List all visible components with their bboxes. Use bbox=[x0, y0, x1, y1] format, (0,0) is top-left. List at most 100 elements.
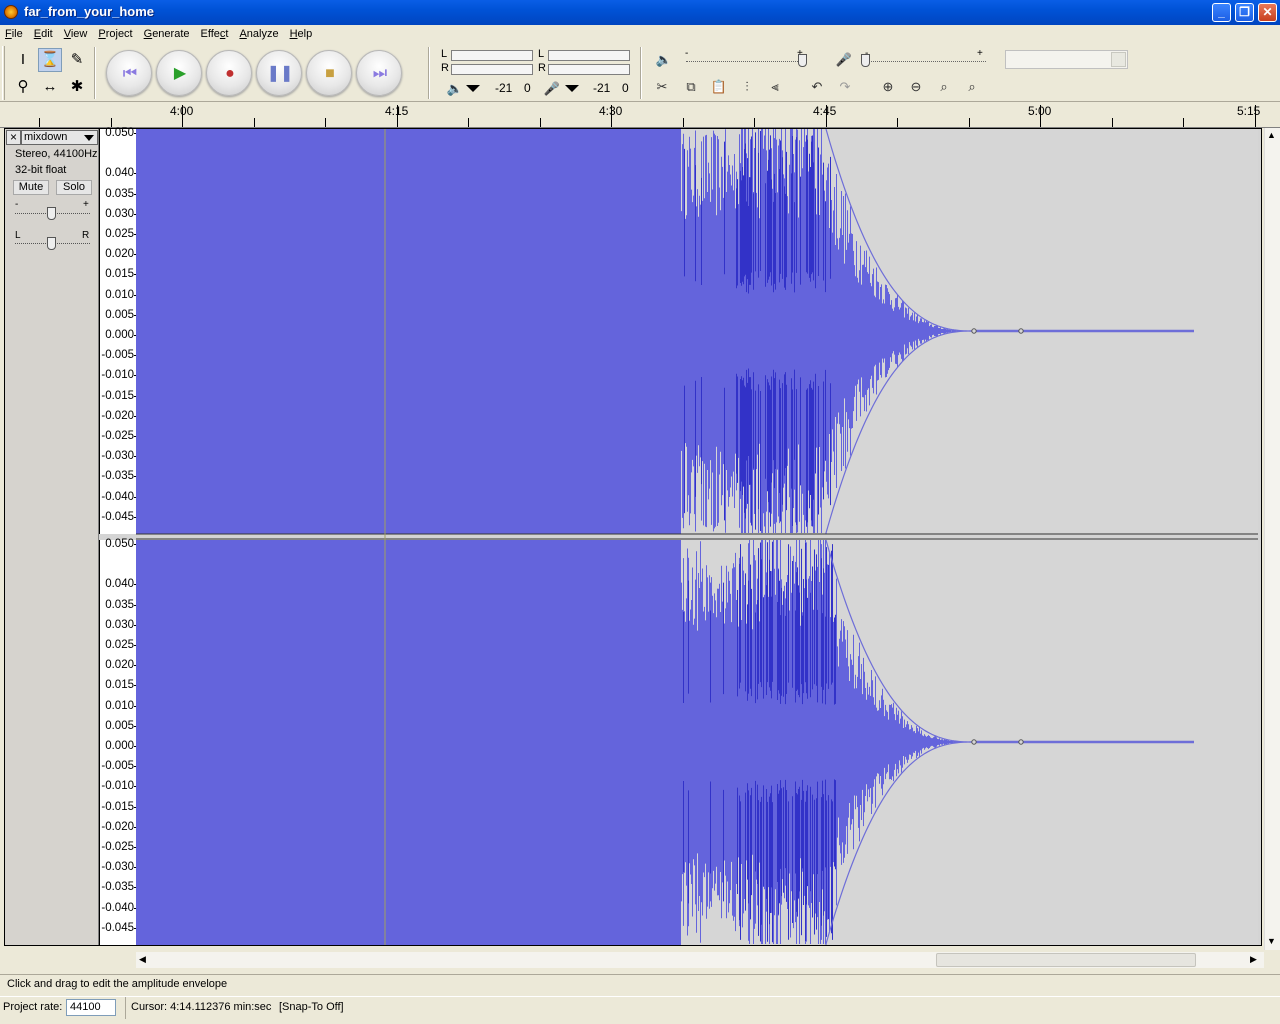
vruler-tick-label: 0.050 bbox=[100, 538, 137, 550]
trim-icon[interactable]: ⫶ bbox=[736, 76, 758, 98]
output-volume-thumb[interactable] bbox=[798, 54, 807, 67]
waveform-canvas[interactable] bbox=[136, 129, 1258, 945]
minimize-button[interactable]: _ bbox=[1212, 3, 1231, 22]
ruler-label: 5:15 bbox=[1237, 104, 1261, 118]
vruler-tick-label: -0.005 bbox=[100, 760, 137, 772]
menu-project[interactable]: Project bbox=[93, 25, 138, 40]
menu-help[interactable]: Help bbox=[285, 25, 319, 40]
ruler-tick bbox=[325, 118, 326, 127]
multi-tool-icon[interactable]: ✱ bbox=[65, 75, 89, 99]
playback-meter-dropdown-icon[interactable] bbox=[466, 85, 480, 92]
close-button[interactable]: ✕ bbox=[1258, 3, 1277, 22]
toolbar-grip[interactable] bbox=[2, 46, 5, 100]
snap-to-status[interactable]: [Snap-To Off] bbox=[279, 1001, 344, 1013]
vruler-tick-label: 0.005 bbox=[100, 720, 137, 732]
record-meter-dropdown-icon[interactable] bbox=[565, 85, 579, 92]
input-volume-slider[interactable] bbox=[866, 61, 986, 62]
output-volume-slider[interactable] bbox=[686, 61, 806, 62]
project-rate-input[interactable]: 44100 bbox=[66, 999, 116, 1016]
pause-button[interactable]: ❚❚ bbox=[256, 50, 302, 96]
input-source-select[interactable] bbox=[1005, 50, 1128, 69]
mute-button[interactable]: Mute bbox=[13, 180, 49, 195]
vruler-tick-label: 0.020 bbox=[100, 248, 137, 260]
input-volume-icon: 🎤 bbox=[835, 52, 853, 67]
track-bit-depth: 32-bit float bbox=[15, 164, 67, 176]
vruler-tick-label: -0.045 bbox=[100, 922, 137, 934]
vertical-ruler-left-channel: 0.050 0.040 0.035 0.030 0.025 0.020 0.015 0.010… bbox=[99, 127, 137, 534]
menu-view[interactable]: View bbox=[59, 25, 94, 40]
vruler-tick-label: -0.015 bbox=[100, 390, 137, 402]
vruler-tick-label: -0.020 bbox=[100, 821, 137, 833]
cut-icon[interactable]: ✂ bbox=[651, 76, 673, 98]
track-name-menu[interactable]: mixdown bbox=[21, 130, 98, 145]
horizontal-scrollbar[interactable]: ◀ ▶ bbox=[136, 952, 1264, 968]
draw-tool-icon[interactable]: ✎ bbox=[65, 48, 89, 72]
restore-button[interactable]: ❐ bbox=[1235, 3, 1254, 22]
menu-generate[interactable]: Generate bbox=[139, 25, 196, 40]
zoom-tool-icon[interactable]: ⚲ bbox=[11, 75, 35, 99]
ruler-tick bbox=[1183, 118, 1184, 127]
vruler-tick-label: 0.015 bbox=[100, 268, 137, 280]
vruler-tick-label: -0.010 bbox=[100, 780, 137, 792]
fit-project-icon[interactable]: ⌕ bbox=[961, 76, 983, 98]
solo-button[interactable]: Solo bbox=[56, 180, 92, 195]
copy-icon[interactable]: ⧉ bbox=[680, 76, 702, 98]
vruler-tick-label: -0.005 bbox=[100, 349, 137, 361]
paste-icon[interactable]: 📋 bbox=[708, 76, 730, 98]
vruler-tick-label: 0.020 bbox=[100, 659, 137, 671]
play-button[interactable]: ▶ bbox=[156, 50, 202, 96]
selection-tool-icon[interactable]: I bbox=[11, 48, 35, 72]
envelope-control-point[interactable] bbox=[1018, 328, 1024, 334]
chevron-down-icon bbox=[84, 135, 94, 141]
track-control-panel[interactable]: × mixdown Stereo, 44100Hz 32-bit float M… bbox=[5, 129, 99, 945]
ruler-tick bbox=[254, 118, 255, 127]
skip-end-button[interactable]: ⏭ bbox=[356, 50, 402, 96]
menu-edit[interactable]: Edit bbox=[29, 25, 59, 40]
ruler-tick bbox=[969, 118, 970, 127]
envelope-control-point[interactable] bbox=[1018, 739, 1024, 745]
record-meter-scale-b: 0 bbox=[622, 81, 629, 95]
timeshift-tool-icon[interactable]: ↔ bbox=[38, 75, 62, 99]
scroll-up-icon[interactable]: ▲ bbox=[1267, 130, 1276, 140]
status-message: Click and drag to edit the amplitude env… bbox=[7, 978, 228, 990]
vruler-tick-label: 0.035 bbox=[100, 188, 137, 200]
vertical-scrollbar[interactable]: ▲ ▼ bbox=[1264, 128, 1280, 950]
ruler-tick bbox=[897, 118, 898, 127]
chevron-down-icon[interactable] bbox=[1111, 52, 1126, 67]
pan-left-label: L bbox=[15, 230, 21, 241]
redo-icon[interactable]: ↷ bbox=[834, 76, 856, 98]
silence-icon[interactable]: ⫷ bbox=[764, 76, 786, 98]
scroll-down-icon[interactable]: ▼ bbox=[1267, 936, 1276, 946]
undo-icon[interactable]: ↶ bbox=[806, 76, 828, 98]
vruler-tick-label: 0.010 bbox=[100, 700, 137, 712]
skip-start-button[interactable]: ⏮ bbox=[106, 50, 152, 96]
window-title: far_from_your_home bbox=[24, 4, 155, 19]
ruler-tick bbox=[111, 118, 112, 127]
track-close-button[interactable]: × bbox=[6, 130, 21, 145]
selection-bar: Project rate: 44100 Cursor: 4:14.112376 … bbox=[0, 996, 1280, 1020]
toolbar-separator bbox=[640, 47, 642, 99]
fit-selection-icon[interactable]: ⌕ bbox=[933, 76, 955, 98]
horizontal-scroll-thumb[interactable] bbox=[936, 953, 1196, 967]
timeline-ruler[interactable]: 4:00 4:15 4:30 4:45 5:00 5:15 bbox=[0, 102, 1280, 128]
playback-meter-left-bar bbox=[451, 50, 533, 61]
zoom-out-icon[interactable]: ⊖ bbox=[905, 76, 927, 98]
record-button[interactable]: ● bbox=[206, 50, 252, 96]
scroll-left-icon[interactable]: ◀ bbox=[139, 954, 146, 965]
playback-meter-scale-a: -21 bbox=[495, 81, 513, 95]
menu-file[interactable]: File bbox=[0, 25, 29, 40]
zoom-in-icon[interactable]: ⊕ bbox=[877, 76, 899, 98]
envelope-tool-icon[interactable]: ⌛ bbox=[38, 48, 62, 72]
ruler-tick bbox=[39, 118, 40, 127]
stop-button[interactable]: ■ bbox=[306, 50, 352, 96]
envelope-control-point[interactable] bbox=[971, 328, 977, 334]
input-volume-thumb[interactable] bbox=[861, 54, 870, 67]
menu-analyze[interactable]: Analyze bbox=[234, 25, 284, 40]
vruler-tick-label: 0.040 bbox=[100, 167, 137, 179]
scroll-right-icon[interactable]: ▶ bbox=[1250, 954, 1257, 965]
gain-slider-thumb[interactable] bbox=[47, 207, 56, 220]
pan-slider-thumb[interactable] bbox=[47, 237, 56, 250]
envelope-control-point[interactable] bbox=[971, 739, 977, 745]
hscroll-spacer bbox=[0, 952, 136, 968]
menu-effect[interactable]: Effect bbox=[196, 25, 235, 40]
